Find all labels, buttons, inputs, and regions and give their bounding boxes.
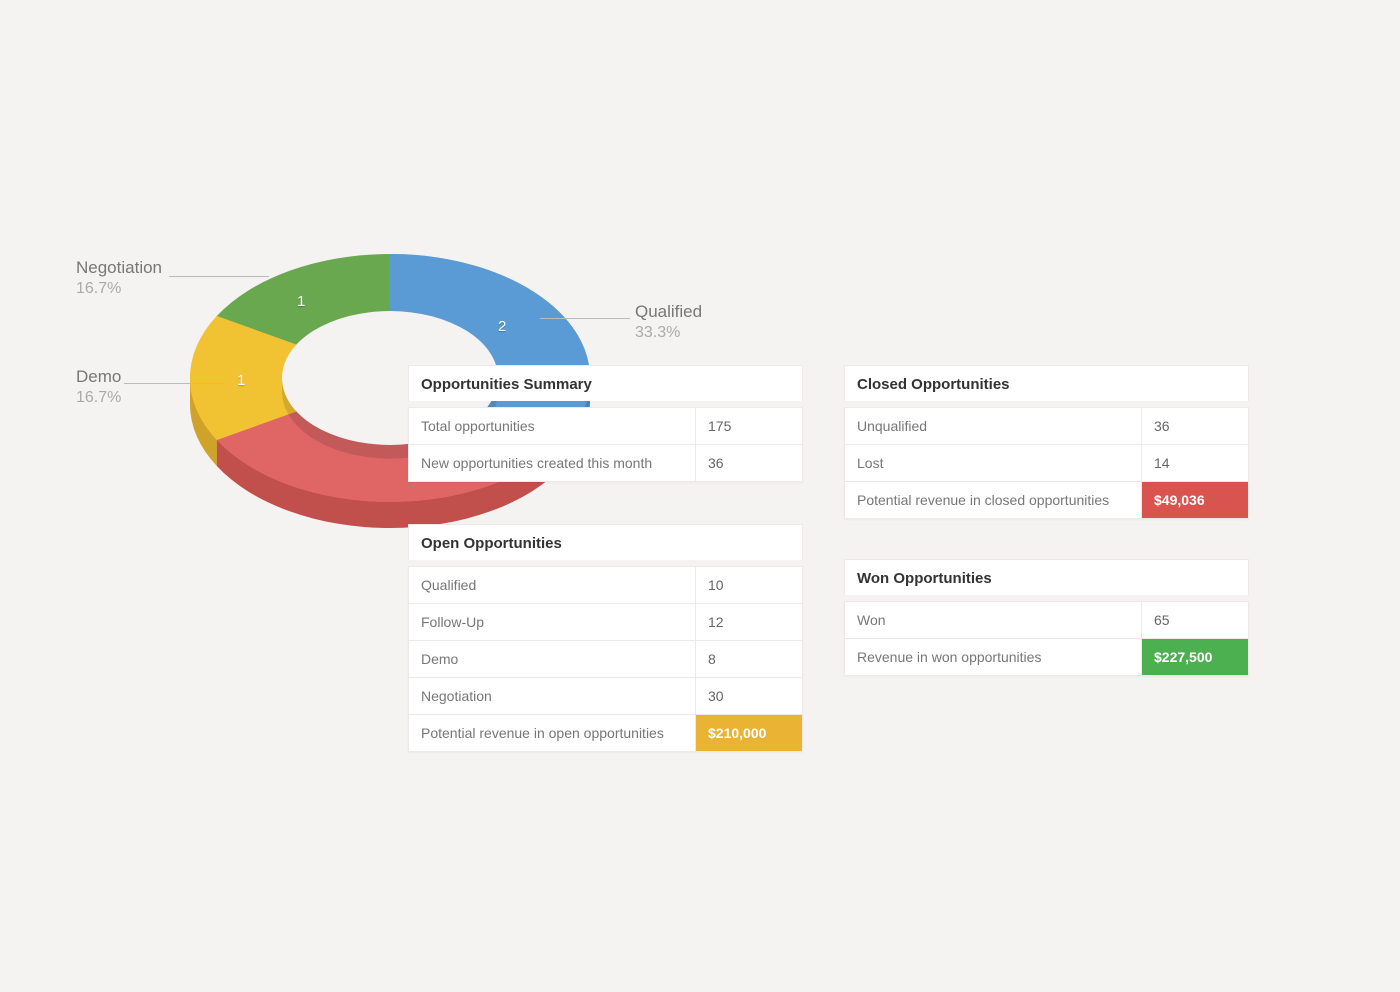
cell-value: 14 (1142, 445, 1249, 482)
table-row: Lost 14 (845, 445, 1249, 482)
cell-label: Revenue in won opportunities (845, 639, 1142, 676)
cell-value: 30 (696, 678, 803, 715)
cell-value: 36 (696, 445, 803, 482)
table-row: Negotiation 30 (409, 678, 803, 715)
callout-negotiation-pct: 16.7% (76, 280, 121, 297)
won-opportunities-title: Won Opportunities (844, 559, 1249, 595)
callout-qualified-pct: 33.3% (635, 324, 680, 341)
cell-label: Won (845, 602, 1142, 639)
table-row: Potential revenue in open opportunities … (409, 715, 803, 752)
table-row: Revenue in won opportunities $227,500 (845, 639, 1249, 676)
callout-demo: Demo 16.7% (76, 367, 121, 407)
opportunities-summary-table: Total opportunities 175 New opportunitie… (408, 407, 803, 482)
cell-label: Demo (409, 641, 696, 678)
cell-value-highlight: $49,036 (1142, 482, 1249, 519)
open-opportunities-panel: Open Opportunities Qualified 10 Follow-U… (408, 524, 803, 752)
open-opportunities-title: Open Opportunities (408, 524, 803, 560)
table-row: Demo 8 (409, 641, 803, 678)
opportunities-summary-title: Opportunities Summary (408, 365, 803, 401)
won-opportunities-panel: Won Opportunities Won 65 Revenue in won … (844, 559, 1249, 676)
callout-qualified: Qualified 33.3% (635, 302, 702, 342)
callout-negotiation: Negotiation 16.7% (76, 258, 162, 298)
closed-opportunities-table: Unqualified 36 Lost 14 Potential revenue… (844, 407, 1249, 519)
leader-negotiation (169, 276, 269, 277)
slice-count-qualified: 2 (498, 318, 506, 335)
slice-count-negotiation: 1 (297, 293, 305, 310)
cell-value: 10 (696, 567, 803, 604)
cell-value: 36 (1142, 408, 1249, 445)
cell-value-highlight: $210,000 (696, 715, 803, 752)
cell-label: Negotiation (409, 678, 696, 715)
callout-demo-label: Demo (76, 367, 121, 386)
open-opportunities-table: Qualified 10 Follow-Up 12 Demo 8 Negotia… (408, 566, 803, 752)
callout-demo-pct: 16.7% (76, 389, 121, 406)
cell-label: Lost (845, 445, 1142, 482)
cell-value: 65 (1142, 602, 1249, 639)
table-row: Unqualified 36 (845, 408, 1249, 445)
won-opportunities-table: Won 65 Revenue in won opportunities $227… (844, 601, 1249, 676)
closed-opportunities-panel: Closed Opportunities Unqualified 36 Lost… (844, 365, 1249, 519)
cell-label: Potential revenue in closed opportunitie… (845, 482, 1142, 519)
cell-label: New opportunities created this month (409, 445, 696, 482)
cell-label: Total opportunities (409, 408, 696, 445)
cell-value-highlight: $227,500 (1142, 639, 1249, 676)
leader-demo (124, 383, 224, 384)
table-row: New opportunities created this month 36 (409, 445, 803, 482)
table-row: Won 65 (845, 602, 1249, 639)
cell-value: 175 (696, 408, 803, 445)
cell-label: Potential revenue in open opportunities (409, 715, 696, 752)
table-row: Follow-Up 12 (409, 604, 803, 641)
closed-opportunities-title: Closed Opportunities (844, 365, 1249, 401)
cell-value: 8 (696, 641, 803, 678)
cell-label: Follow-Up (409, 604, 696, 641)
leader-qualified (540, 318, 630, 319)
slice-count-demo: 1 (237, 372, 245, 389)
opportunities-summary-panel: Opportunities Summary Total opportunitie… (408, 365, 803, 482)
cell-value: 12 (696, 604, 803, 641)
callout-negotiation-label: Negotiation (76, 258, 162, 277)
cell-label: Qualified (409, 567, 696, 604)
table-row: Potential revenue in closed opportunitie… (845, 482, 1249, 519)
callout-qualified-label: Qualified (635, 302, 702, 321)
table-row: Total opportunities 175 (409, 408, 803, 445)
cell-label: Unqualified (845, 408, 1142, 445)
table-row: Qualified 10 (409, 567, 803, 604)
